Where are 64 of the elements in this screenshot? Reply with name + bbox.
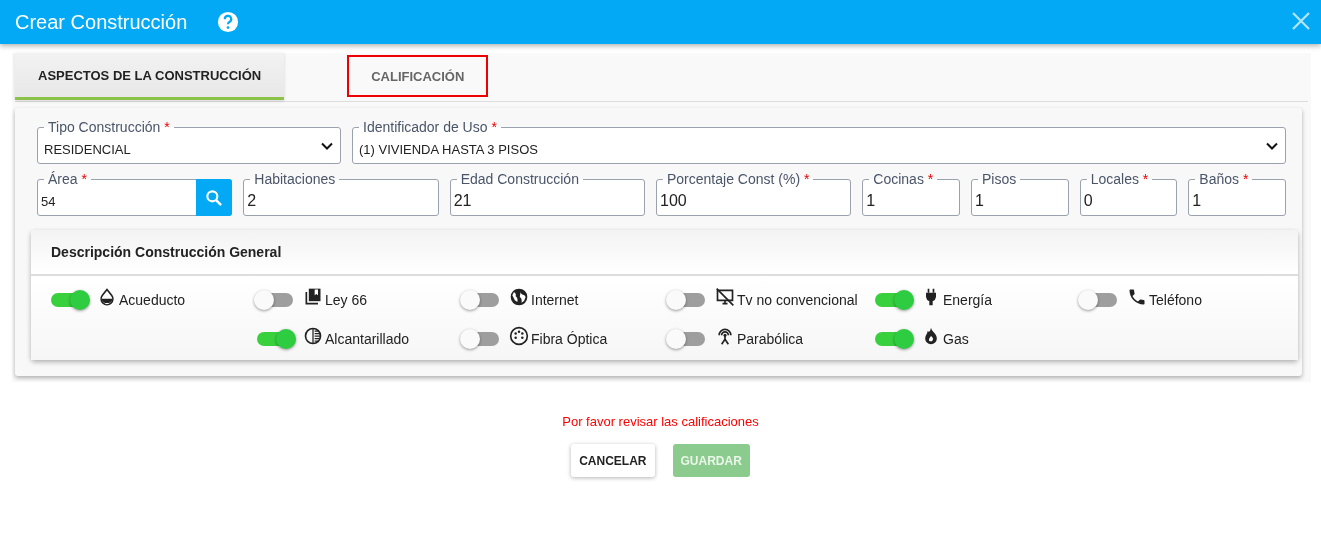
globe-icon bbox=[509, 287, 529, 307]
input-field[interactable]: Baños * 1 bbox=[1188, 169, 1286, 216]
connector-icon bbox=[509, 326, 529, 346]
toggle-label: Fibra Óptica bbox=[531, 331, 608, 347]
toggle-switch[interactable] bbox=[1081, 293, 1117, 307]
drop-icon bbox=[97, 287, 117, 307]
field-label: Tipo Construcción bbox=[48, 119, 161, 135]
help-icon[interactable] bbox=[217, 11, 240, 33]
toggle-switch[interactable] bbox=[875, 293, 911, 307]
antenna-icon bbox=[715, 326, 735, 346]
toggle-label: Parabólica bbox=[737, 331, 804, 347]
required-mark: * bbox=[81, 171, 87, 187]
action-button[interactable]: CANCELAR bbox=[571, 444, 655, 477]
input-field[interactable]: Área * 54 bbox=[37, 169, 233, 216]
select-field[interactable]: Tipo Construcción * RESIDENCIAL bbox=[37, 117, 341, 164]
half-circle-icon bbox=[303, 326, 323, 346]
toggle-label: Gas bbox=[943, 331, 969, 347]
input-field[interactable]: Cocinas * 1 bbox=[862, 169, 960, 216]
search-button[interactable] bbox=[196, 179, 233, 216]
field-label: Cocinas bbox=[873, 171, 924, 187]
field-label: Locales bbox=[1090, 171, 1139, 187]
field-label: Pisos bbox=[982, 171, 1017, 187]
toggle-switch[interactable] bbox=[257, 332, 293, 346]
tv-off-icon bbox=[715, 287, 735, 307]
field-label: Identificador de Uso bbox=[363, 119, 488, 135]
required-mark: * bbox=[491, 119, 497, 135]
toggle-switch[interactable] bbox=[257, 293, 293, 307]
field-label: Baños bbox=[1199, 171, 1240, 187]
toggle-switch[interactable] bbox=[669, 332, 705, 346]
input-field[interactable]: Edad Construcción 21 bbox=[449, 169, 645, 216]
field-label: Habitaciones bbox=[254, 171, 336, 187]
books-icon bbox=[303, 287, 323, 307]
input-field[interactable]: Locales * 0 bbox=[1079, 169, 1178, 216]
required-mark: * bbox=[927, 171, 934, 187]
toggle-switch[interactable] bbox=[875, 332, 911, 346]
field-label: Edad Construcción bbox=[460, 171, 579, 187]
toggle-switch[interactable] bbox=[51, 293, 87, 307]
phone-icon bbox=[1127, 287, 1147, 307]
required-mark: * bbox=[164, 119, 170, 135]
toggle-label: Energía bbox=[943, 292, 993, 308]
toggle-label: Acueducto bbox=[119, 292, 186, 308]
toggle-label: Ley 66 bbox=[325, 292, 368, 308]
select-field[interactable]: Identificador de Uso * (1) VIVIENDA HASTA 3 PISOS bbox=[352, 117, 1286, 164]
panel-title: Descripción Construcción General bbox=[31, 230, 1298, 276]
toggle-label: Tv no convencional bbox=[737, 292, 858, 308]
toggle-switch[interactable] bbox=[463, 332, 499, 346]
window-title: Crear Construcción bbox=[15, 10, 188, 34]
toggle-label: Alcantarillado bbox=[325, 331, 410, 347]
toggle-label: Internet bbox=[531, 292, 579, 308]
field-label: Porcentaje Const (%) bbox=[667, 171, 801, 187]
input-field[interactable]: Habitaciones 2 bbox=[243, 169, 439, 216]
field-label: Área bbox=[48, 171, 78, 187]
required-mark: * bbox=[1142, 171, 1149, 187]
input-field[interactable]: Pisos 1 bbox=[971, 169, 1069, 216]
toggle-switch[interactable] bbox=[463, 293, 499, 307]
tab[interactable]: ASPECTOS DE LA CONSTRUCCIÓN bbox=[15, 53, 285, 100]
toggle-switch[interactable] bbox=[669, 293, 705, 307]
required-mark: * bbox=[1242, 171, 1249, 187]
toggle-label: Teléfono bbox=[1149, 292, 1202, 308]
error-message: Por favor revisar las calificaciones bbox=[561, 414, 760, 429]
search-icon bbox=[204, 187, 225, 208]
input-field[interactable]: Porcentaje Const (%) * 100 bbox=[656, 169, 852, 216]
tab[interactable]: CALIFICACIÓN bbox=[347, 55, 489, 97]
required-mark: * bbox=[803, 171, 810, 187]
